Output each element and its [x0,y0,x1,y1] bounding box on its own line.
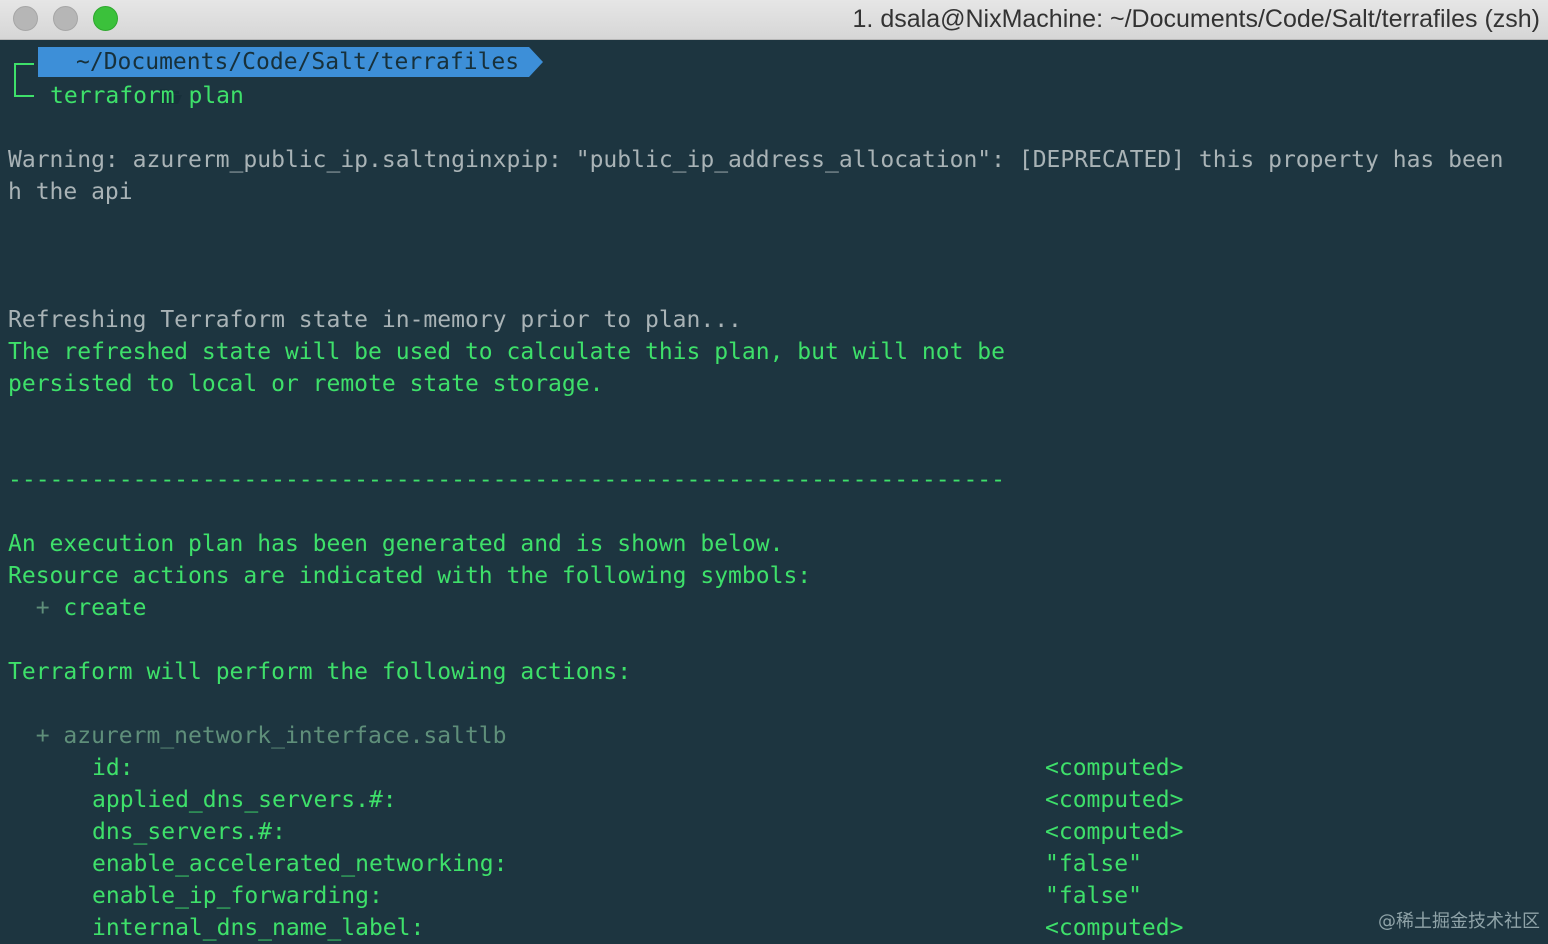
warning-label: Warning: [8,147,119,173]
command-line: terraform plan [50,83,244,109]
attribute-value: <computed> [1045,819,1184,845]
terminal-content[interactable]: ~/Documents/Code/Salt/terrafiles terrafo… [0,41,1548,944]
prompt-path-text: ~/Documents/Code/Salt/terrafiles [76,49,520,75]
folder-open-icon [48,53,182,104]
resource-symbol: + [8,723,64,749]
attribute-value: "false" [1045,883,1142,909]
close-window-button[interactable] [13,6,38,31]
prompt-bracket [14,63,34,97]
separator-line: ----------------------------------------… [8,467,1005,493]
prompt-path-segment: ~/Documents/Code/Salt/terrafiles [38,47,544,104]
watermark: @稀土掘金技术社区 [1378,911,1540,932]
attribute-value: <computed> [1045,787,1184,813]
minimize-window-button[interactable] [53,6,78,31]
actions-line: Terraform will perform the following act… [8,659,632,685]
terminal-window: 1. dsala@NixMachine: ~/Documents/Code/Sa… [0,0,1548,944]
plan-line-1: An execution plan has been generated and… [8,531,784,557]
refreshed-line-2: persisted to local or remote state stora… [8,371,604,397]
plan-line-3: + create [8,592,147,624]
resource-name: azurerm_network_interface.saltlb [63,723,507,749]
zoom-window-button[interactable] [93,6,118,31]
attribute-key: enable_ip_forwarding: [92,883,383,909]
title-bar: 1. dsala@NixMachine: ~/Documents/Code/Sa… [0,0,1548,40]
attribute-key: internal_dns_name_label: [92,915,425,941]
resource-line: + azurerm_network_interface.saltlb [8,720,507,752]
window-title: 1. dsala@NixMachine: ~/Documents/Code/Sa… [852,5,1540,33]
refreshing-line: Refreshing Terraform state in-memory pri… [8,307,742,333]
attribute-key: id: [92,755,134,781]
refreshed-line-1: The refreshed state will be used to calc… [8,339,1005,365]
plan-line-2: Resource actions are indicated with the … [8,563,812,589]
attribute-value: "false" [1045,851,1142,877]
warning-text: azurerm_public_ip.saltnginxpip: "public_… [118,147,1504,173]
warning-line-continued: h the api [8,179,133,205]
attribute-value: <computed> [1045,755,1184,781]
attribute-key: applied_dns_servers.#: [92,787,397,813]
create-label: create [63,595,147,621]
warning-line: Warning: azurerm_public_ip.saltnginxpip:… [8,144,1504,176]
attribute-key: dns_servers.#: [92,819,286,845]
attribute-value: <computed> [1045,915,1184,941]
create-symbol: + [8,595,64,621]
attribute-key: enable_accelerated_networking: [92,851,508,877]
